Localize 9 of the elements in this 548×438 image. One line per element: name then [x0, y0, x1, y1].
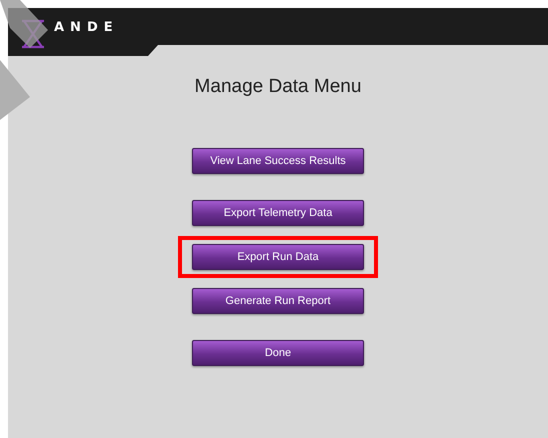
chevron-shape — [0, 0, 48, 48]
menu-button[interactable]: Done — [192, 340, 364, 366]
logo-text: ANDE — [54, 20, 119, 36]
page-title: Manage Data Menu — [194, 75, 362, 99]
menu-button[interactable]: Generate Run Report — [192, 288, 364, 314]
menu-button[interactable]: View Lane Success Results — [192, 148, 364, 174]
menu-button[interactable]: Export Telemetry Data — [192, 200, 364, 226]
menu-button[interactable]: Export Run Data — [192, 244, 364, 270]
chevron-shape — [0, 60, 30, 120]
